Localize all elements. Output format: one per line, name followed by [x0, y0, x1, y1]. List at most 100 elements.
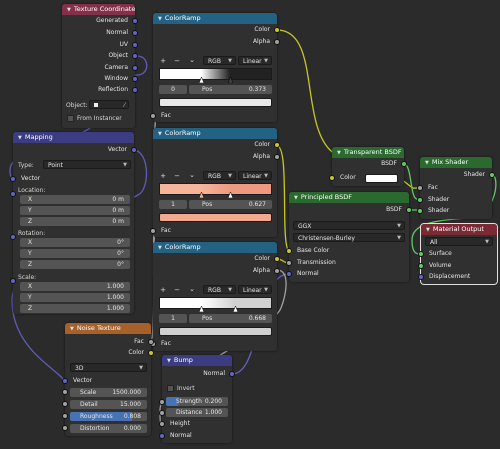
- socket-base-color-in[interactable]: [286, 248, 292, 254]
- socket-bsdf-out[interactable]: [406, 207, 412, 213]
- socket-color-out[interactable]: [148, 350, 154, 356]
- collapse-icon[interactable]: ▼: [67, 5, 71, 15]
- ramp-menu-button[interactable]: ⌄: [188, 285, 196, 293]
- socket-fac-in[interactable]: [150, 228, 156, 234]
- ramp-stop-1[interactable]: [198, 76, 205, 84]
- collapse-icon[interactable]: ▼: [294, 193, 298, 203]
- location-x-field[interactable]: X0 m: [20, 195, 130, 204]
- socket-shader-1-in[interactable]: [417, 197, 423, 203]
- node-header[interactable]: ▼ Mix Shader: [420, 157, 492, 168]
- ramp-gradient[interactable]: [159, 68, 272, 84]
- interpolation-dropdown[interactable]: Linear ▼: [238, 171, 272, 180]
- distance-field[interactable]: Distance 1.000: [166, 408, 228, 417]
- roughness-field[interactable]: Roughness 0.808: [70, 412, 147, 421]
- socket-normal-in[interactable]: [159, 433, 165, 439]
- ramp-menu-button[interactable]: ⌄: [188, 56, 196, 64]
- bump-node[interactable]: ▼ Bump Normal Invert Strength 0.200 Distan…: [159, 355, 235, 443]
- interpolation-dropdown[interactable]: Linear ▼: [238, 285, 272, 294]
- node-header[interactable]: ▼ Texture Coordinate: [62, 4, 135, 15]
- invert-checkbox[interactable]: [167, 385, 174, 392]
- stop-pos-field[interactable]: Pos 0.668: [189, 314, 272, 323]
- socket-scale[interactable]: [10, 278, 16, 284]
- socket-rotation[interactable]: [10, 234, 16, 240]
- socket-normal-out[interactable]: [229, 371, 235, 377]
- socket-bsdf-out[interactable]: [401, 161, 407, 167]
- node-header[interactable]: ▼ Material Output: [421, 224, 497, 235]
- scale-field[interactable]: Scale 1500.000: [70, 388, 147, 397]
- socket-roughness-in[interactable]: [62, 413, 68, 419]
- target-dropdown[interactable]: All ▼: [425, 237, 493, 246]
- socket-fac-in[interactable]: [417, 185, 423, 191]
- color-ramp-node-2[interactable]: ▼ ColorRamp Color Alpha + − ⌄ RGB ▼ Linear…: [150, 128, 280, 237]
- stop-color-swatch[interactable]: [159, 213, 272, 222]
- collapse-icon[interactable]: ▼: [18, 133, 22, 143]
- socket-color-out[interactable]: [274, 142, 280, 148]
- scale-x-field[interactable]: X 1.000: [20, 282, 130, 291]
- stop-color-swatch[interactable]: [159, 98, 272, 107]
- socket-location[interactable]: [10, 191, 16, 197]
- color-ramp-node-1[interactable]: ▼ ColorRamp Color Alpha + − ⌄ RGB ▼ Linear…: [150, 13, 280, 122]
- socket-detail-in[interactable]: [62, 401, 68, 407]
- color-mode-dropdown[interactable]: RGB ▼: [203, 56, 236, 65]
- stop-pos-field[interactable]: Pos 0.627: [189, 200, 272, 209]
- color-mode-dropdown[interactable]: RGB ▼: [203, 171, 236, 180]
- ramp-stop-2[interactable]: [232, 305, 239, 313]
- socket-scale-in[interactable]: [62, 389, 68, 395]
- stop-pos-field[interactable]: Pos 0.373: [189, 85, 272, 94]
- node-header[interactable]: ▼ Principled BSDF: [289, 192, 409, 203]
- collapse-icon[interactable]: ▼: [425, 158, 429, 168]
- collapse-icon[interactable]: ▼: [167, 356, 171, 366]
- socket-camera[interactable]: [132, 65, 138, 71]
- principled-bsdf-node[interactable]: ▼ Principled BSDF BSDF GGX ▼ Christensen-B…: [286, 192, 412, 282]
- rotation-x-field[interactable]: X 0°: [20, 238, 130, 247]
- socket-shader-2-in[interactable]: [417, 208, 423, 214]
- socket-normal[interactable]: [132, 30, 138, 36]
- node-header[interactable]: ▼ ColorRamp: [153, 13, 277, 24]
- ramp-stop-2[interactable]: [227, 76, 234, 84]
- socket-window[interactable]: [132, 76, 138, 82]
- subsurface-method-dropdown[interactable]: Christensen-Burley ▼: [293, 233, 405, 242]
- socket-vector-in[interactable]: [62, 378, 68, 384]
- stop-color-swatch[interactable]: [159, 327, 272, 336]
- mix-shader-node[interactable]: ▼ Mix Shader Shader Fac Shader Shader: [417, 157, 495, 219]
- collapse-icon[interactable]: ▼: [337, 148, 341, 158]
- socket-fac-in[interactable]: [150, 113, 156, 119]
- collapse-icon[interactable]: ▼: [426, 225, 430, 235]
- socket-color-in[interactable]: [329, 175, 335, 181]
- distortion-field[interactable]: Distortion 0.000: [70, 424, 147, 433]
- mapping-node[interactable]: ▼ Mapping Vector Type: Point ▼ Vector Loca…: [10, 132, 137, 314]
- socket-distortion-in[interactable]: [62, 425, 68, 431]
- add-stop-button[interactable]: +: [159, 286, 167, 294]
- color-mode-dropdown[interactable]: RGB ▼: [203, 285, 236, 294]
- node-header[interactable]: ▼ Mapping: [13, 132, 134, 143]
- eyedropper-icon[interactable]: ⁄: [124, 101, 125, 110]
- socket-surface-in[interactable]: [418, 251, 424, 257]
- ramp-menu-button[interactable]: ⌄: [188, 171, 196, 179]
- socket-color-out[interactable]: [274, 27, 280, 33]
- socket-fac-out[interactable]: [148, 339, 154, 345]
- socket-reflection[interactable]: [132, 87, 138, 93]
- stop-index-field[interactable]: 0: [159, 85, 187, 94]
- node-header[interactable]: ▼ ColorRamp: [153, 128, 277, 139]
- interpolation-dropdown[interactable]: Linear ▼: [238, 56, 272, 65]
- socket-transmission-in[interactable]: [286, 260, 292, 266]
- collapse-icon[interactable]: ▼: [158, 14, 162, 24]
- strength-field[interactable]: Strength 0.200: [166, 397, 228, 406]
- node-editor-canvas[interactable]: ▼ Texture Coordinate Generated Normal UV …: [0, 0, 500, 449]
- type-dropdown[interactable]: Point ▼: [43, 160, 131, 169]
- remove-stop-button[interactable]: −: [173, 286, 181, 294]
- node-header[interactable]: ▼ Transparent BSDF: [332, 147, 404, 158]
- socket-color-out[interactable]: [274, 256, 280, 262]
- remove-stop-button[interactable]: −: [173, 172, 181, 180]
- socket-vector-in[interactable]: [10, 176, 16, 182]
- socket-generated[interactable]: [132, 18, 138, 24]
- socket-alpha-out[interactable]: [274, 154, 280, 160]
- rotation-z-field[interactable]: Z 0°: [20, 260, 130, 269]
- stop-index-field[interactable]: 1: [159, 200, 187, 209]
- add-stop-button[interactable]: +: [159, 172, 167, 180]
- object-picker[interactable]: ⁄: [89, 100, 129, 109]
- collapse-icon[interactable]: ▼: [158, 243, 162, 253]
- stop-index-field[interactable]: 1: [159, 314, 187, 323]
- socket-distance-in[interactable]: [159, 410, 165, 416]
- from-instancer-checkbox[interactable]: [67, 115, 74, 122]
